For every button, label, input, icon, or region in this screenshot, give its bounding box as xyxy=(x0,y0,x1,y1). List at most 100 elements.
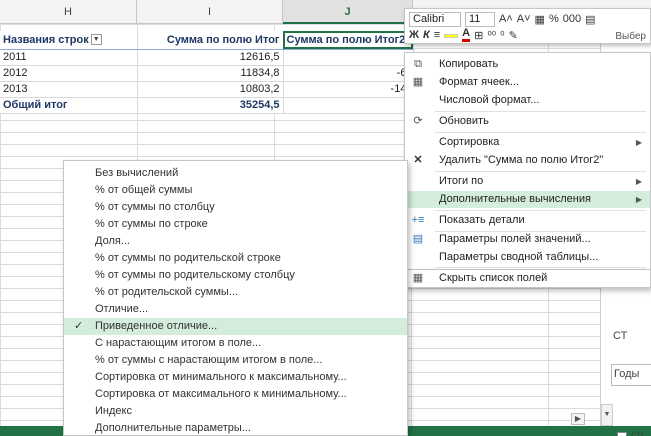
defer-update-checkbox[interactable] xyxy=(617,432,627,436)
menu-separator xyxy=(435,171,646,172)
menu-item-number-format[interactable]: Числовой формат... xyxy=(405,92,650,109)
row-label-cell[interactable]: 2012 xyxy=(0,65,138,82)
submenu-arrow-icon: ▶ xyxy=(635,195,642,204)
submenu-item-percent-row-total[interactable]: % от суммы по строке xyxy=(64,216,407,233)
mini-toolbar-row-2: Ж К ≡ A ⊞ ⁰⁰ ⁰ ✎ xyxy=(409,27,518,43)
mini-toolbar-row-1: Calibri 11 A˄ A˅ ▦ % 000 ▤ xyxy=(409,11,595,27)
submenu-item-percent-grand-total[interactable]: % от общей суммы xyxy=(64,182,407,199)
decrease-font-icon[interactable]: A˅ xyxy=(517,13,531,25)
number-format-icon[interactable]: ▦ xyxy=(535,13,545,26)
menu-item-hide-field-list[interactable]: ▦ Скрыть список полей xyxy=(405,270,650,287)
submenu-item-index[interactable]: Индекс xyxy=(64,403,407,420)
row-label-cell[interactable]: 2013 xyxy=(0,81,138,98)
column-header-j[interactable]: J xyxy=(283,0,413,24)
sum-header-1[interactable]: Сумма по полю Итог xyxy=(137,31,284,50)
copy-icon: ⧉ xyxy=(414,58,422,70)
italic-button[interactable]: К xyxy=(423,29,430,41)
sum2-cell[interactable]: -6, xyxy=(283,65,414,82)
clear-format-icon[interactable]: ✎ xyxy=(509,29,518,42)
font-size-select[interactable]: 11 xyxy=(465,11,495,27)
context-menu: ⧉ Копировать ▦ Формат ячеек... Числовой … xyxy=(404,52,651,270)
table-row: 2012 11834,8 -6, xyxy=(0,65,414,82)
format-painter-icon[interactable]: ▤ xyxy=(585,13,595,26)
column-header-i[interactable]: I xyxy=(137,0,283,24)
increase-decimal-icon[interactable]: ⁰⁰ xyxy=(487,29,496,42)
sum1-cell[interactable]: 11834,8 xyxy=(137,65,284,82)
grand-total-value-2[interactable] xyxy=(283,96,414,114)
menu-item-sort[interactable]: Сортировка ▶ xyxy=(405,134,650,151)
pane-field-box[interactable]: Годы xyxy=(611,364,651,386)
submenu-item-percent-of[interactable]: Доля... xyxy=(64,233,407,250)
column-header-h[interactable]: H xyxy=(0,0,137,24)
select-label[interactable]: Выбер xyxy=(615,31,646,42)
context-menu-tail: ▦ Скрыть список полей xyxy=(404,270,651,288)
table-row: 2013 10803,2 -14, xyxy=(0,81,414,98)
sum-header-2[interactable]: Сумма по полю Итог2 xyxy=(283,31,414,50)
bold-button[interactable]: Ж xyxy=(409,29,419,41)
filter-dropdown-icon[interactable]: ▼ xyxy=(90,34,102,46)
defer-update-label: От xyxy=(631,430,645,436)
menu-separator xyxy=(435,210,646,211)
submenu-item-rank-smallest-largest[interactable]: Сортировка от минимального к максимально… xyxy=(64,369,407,386)
submenu-item-percent-running-total[interactable]: % от суммы с нарастающим итогом в поле..… xyxy=(64,352,407,369)
row-label-cell[interactable]: 2011 xyxy=(0,49,138,66)
sum2-cell[interactable] xyxy=(283,49,414,66)
format-cells-icon: ▦ xyxy=(412,76,424,88)
submenu-item-running-total[interactable]: С нарастающим итогом в поле... xyxy=(64,335,407,352)
submenu-item-difference-from[interactable]: Отличие... xyxy=(64,301,407,318)
menu-item-pivot-options[interactable]: Параметры сводной таблицы... xyxy=(405,249,650,266)
grand-total-row: Общий итог 35254,5 xyxy=(0,96,414,114)
thousands-separator-button[interactable]: 000 xyxy=(563,13,581,25)
submenu-item-percent-difference-from[interactable]: ✓ Приведенное отличие... xyxy=(64,318,407,335)
submenu-item-percent-parent-row[interactable]: % от суммы по родительской строке xyxy=(64,250,407,267)
sum1-cell[interactable]: 12616,5 xyxy=(137,49,284,66)
menu-item-show-details[interactable]: +≡ Показать детали xyxy=(405,212,650,229)
submenu-arrow-icon: ▶ xyxy=(635,177,642,186)
pane-field-years: Годы xyxy=(614,368,640,380)
sum2-cell[interactable]: -14, xyxy=(283,81,414,98)
menu-item-copy[interactable]: ⧉ Копировать xyxy=(405,56,650,73)
pane-label-columns: СТ xyxy=(613,330,628,342)
menu-separator xyxy=(435,132,646,133)
grand-total-label[interactable]: Общий итог xyxy=(0,96,138,114)
show-details-icon: +≡ xyxy=(411,214,425,226)
borders-icon[interactable]: ⊞ xyxy=(474,29,483,42)
show-values-as-submenu: Без вычислений % от общей суммы % от сум… xyxy=(63,160,408,436)
pivot-header-row: Названия строк ▼ Сумма по полю Итог Сумма… xyxy=(0,31,414,50)
checkmark-icon: ✓ xyxy=(74,320,84,332)
mini-toolbar: Calibri 11 A˄ A˅ ▦ % 000 ▤ Ж К ≡ A ⊞ ⁰⁰ … xyxy=(404,8,651,44)
percent-style-button[interactable]: % xyxy=(549,13,559,25)
row-labels-header[interactable]: Названия строк ▼ xyxy=(0,31,138,50)
submenu-item-percent-parent-column[interactable]: % от суммы по родительскому столбцу xyxy=(64,267,407,284)
refresh-icon: ⟳ xyxy=(413,115,423,127)
align-icon[interactable]: ≡ xyxy=(434,29,440,41)
menu-item-value-field-settings[interactable]: ▤ Параметры полей значений... xyxy=(405,231,650,248)
menu-item-summarize-by[interactable]: Итоги по ▶ xyxy=(405,173,650,190)
grand-total-value[interactable]: 35254,5 xyxy=(137,96,284,114)
table-row: 2011 12616,5 xyxy=(0,49,414,66)
fill-color-icon[interactable] xyxy=(444,29,459,41)
scroll-right-arrow-icon[interactable]: ▶ xyxy=(571,413,585,425)
submenu-item-rank-largest-smallest[interactable]: Сортировка от максимального к минимально… xyxy=(64,386,407,403)
font-name-select[interactable]: Calibri xyxy=(409,11,461,27)
sum1-cell[interactable]: 10803,2 xyxy=(137,81,284,98)
field-settings-icon: ▤ xyxy=(412,233,424,245)
pivot-table: Названия строк ▼ Сумма по полю Итог Сумма… xyxy=(0,31,414,114)
menu-item-format-cells[interactable]: ▦ Формат ячеек... xyxy=(405,74,650,91)
menu-item-refresh[interactable]: ⟳ Обновить xyxy=(405,113,650,130)
submenu-item-percent-column-total[interactable]: % от суммы по столбцу xyxy=(64,199,407,216)
field-list-icon: ▦ xyxy=(412,272,424,284)
menu-separator xyxy=(435,267,646,268)
submenu-item-percent-parent-total[interactable]: % от родительской суммы... xyxy=(64,284,407,301)
submenu-item-no-calculation[interactable]: Без вычислений xyxy=(64,165,407,182)
menu-item-delete-field[interactable]: ✕ Удалить "Сумма по полю Итог2" xyxy=(405,152,650,169)
submenu-item-more-options[interactable]: Дополнительные параметры... xyxy=(64,420,407,436)
decrease-decimal-icon[interactable]: ⁰ xyxy=(500,29,504,42)
menu-separator xyxy=(435,111,646,112)
increase-font-icon[interactable]: A˄ xyxy=(499,13,513,25)
delete-icon: ✕ xyxy=(413,154,423,166)
menu-item-show-values-as[interactable]: Дополнительные вычисления ▶ xyxy=(405,191,650,208)
submenu-arrow-icon: ▶ xyxy=(635,138,642,147)
font-color-button[interactable]: A xyxy=(462,28,471,42)
pane-scroll-down-icon[interactable]: ▼ xyxy=(601,404,613,426)
